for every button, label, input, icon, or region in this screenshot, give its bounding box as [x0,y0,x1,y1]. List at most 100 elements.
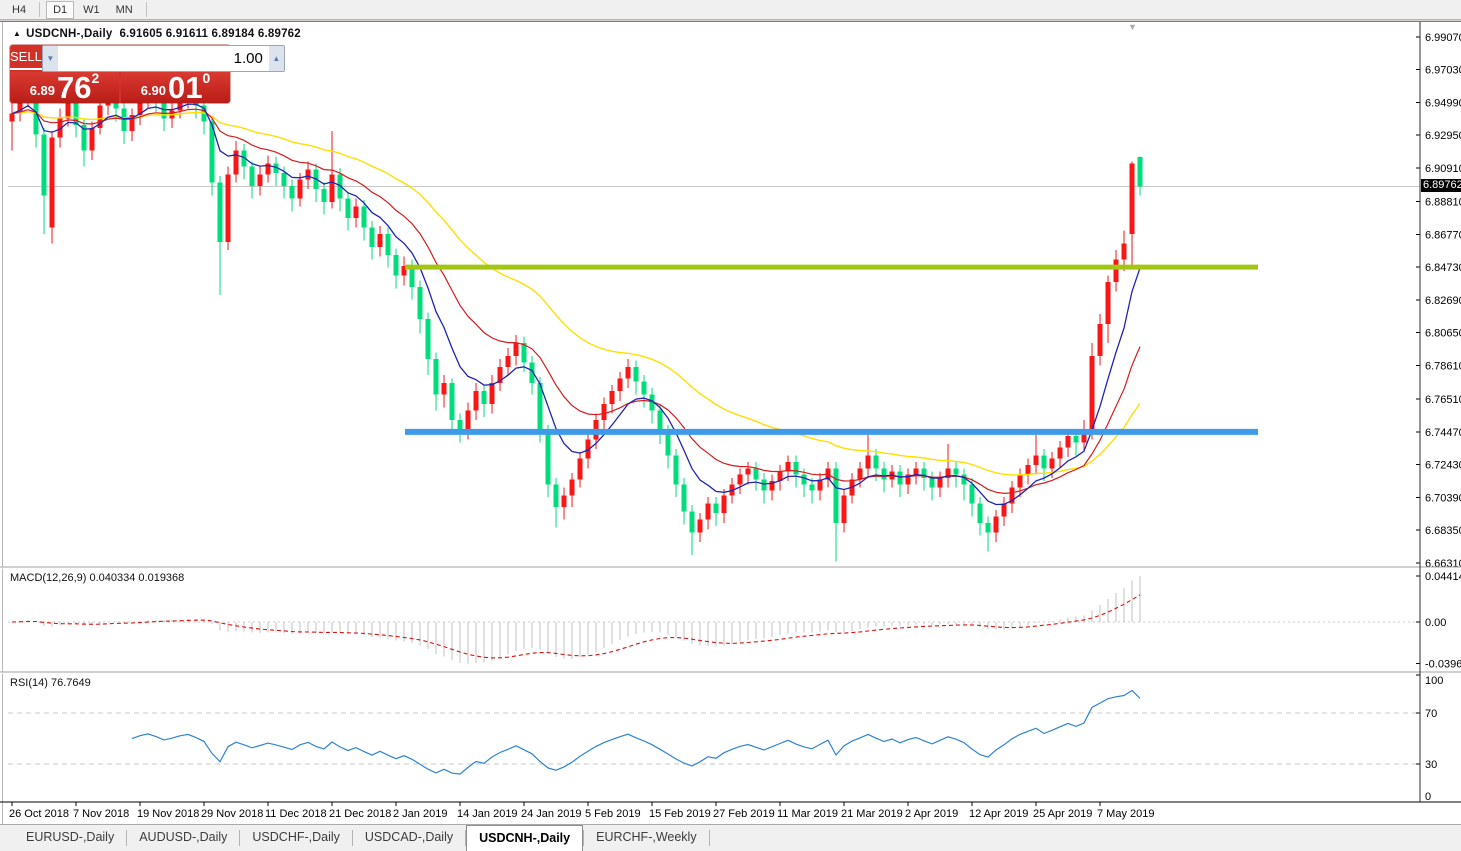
candle-body [378,234,383,247]
candle-body [1002,504,1007,517]
buy-button[interactable]: BUY [285,45,312,70]
candle-body [490,383,495,404]
sell-price-button[interactable]: 6.89 76 2 [10,72,119,103]
tab-separator [709,830,710,846]
date-axis-label: 21 Mar 2019 [841,808,903,820]
candle-body [290,186,295,199]
price-axis-label: 6.99070 [1425,32,1461,44]
candle-body [914,468,919,474]
candle-body [258,175,263,186]
candle-body [554,484,559,506]
chart-tab-usdcad-daily[interactable]: USDCAD-,Daily [353,825,465,851]
chart-tab-usdchf-daily[interactable]: USDCHF-,Daily [240,825,352,851]
candle-body [970,484,975,503]
sell-button[interactable]: SELL [10,45,42,70]
candle-body [466,410,471,431]
candle-body [234,150,239,174]
date-axis-label: 7 Nov 2018 [73,808,129,820]
volume-input[interactable] [58,46,269,71]
date-axis-label: 25 Apr 2019 [1033,808,1092,820]
chart-tab-eurchf-weekly[interactable]: EURCHF-,Weekly [584,825,708,851]
candle-body [866,455,871,468]
sell-price-base: 6.89 [30,83,55,98]
price-axis-label: 6.80650 [1425,328,1461,340]
candle-body [1130,163,1135,234]
price-axis-label: 6.70390 [1425,492,1461,504]
volume-decrease-icon[interactable]: ▼ [43,46,58,71]
date-axis-label: 27 Feb 2019 [713,808,775,820]
candle-body [546,431,551,484]
timeframe-button-d1[interactable]: D1 [46,1,74,19]
date-axis-label: 7 May 2019 [1097,808,1154,820]
chart-tab-eurusd-daily[interactable]: EURUSD-,Daily [14,825,126,851]
price-axis-label: 6.90910 [1425,163,1461,175]
candle-body [618,378,623,391]
candle-body [738,475,743,485]
chart-tab-usdcnh-daily[interactable]: USDCNH-,Daily [466,825,583,851]
rsi-axis-label: 100 [1425,675,1443,687]
candle-body [1122,244,1127,260]
candle-body [1042,455,1047,468]
current-price-tag: 6.89762 [1421,179,1461,192]
rsi-label: RSI(14) 76.7649 [10,677,91,689]
candle-body [994,516,999,532]
one-click-trading-panel: SELL ▼ ▲ BUY 6.89 76 2 6.90 01 0 [10,45,230,103]
candle-body [418,287,423,319]
candle-body [442,383,447,394]
candle-body [722,496,727,514]
rsi-axis-label: 70 [1425,708,1437,720]
chart-window[interactable]: 6.990706.970306.949906.929506.909106.888… [0,21,1461,825]
timeframe-button-w1[interactable]: W1 [76,1,107,19]
macd-label: MACD(12,26,9) 0.040334 0.019368 [10,572,184,584]
timeframe-button-mn[interactable]: MN [109,1,140,19]
candle-body [978,504,983,523]
sell-price-sup: 2 [92,70,100,86]
candle-body [1058,447,1063,458]
volume-stepper: ▼ ▲ [42,45,285,72]
candle-body [474,391,479,410]
candle-body [762,479,767,490]
candle-body [330,175,335,202]
timeframe-button-h4[interactable]: H4 [5,1,33,19]
candle-body [1034,455,1039,465]
candle-body [450,383,455,420]
candle-body [810,484,815,490]
price-axis-label: 6.78610 [1425,360,1461,372]
price-axis-label: 6.76510 [1425,394,1461,406]
toolbar-separator [39,2,40,17]
candle-body [674,455,679,484]
candle-body [938,478,943,488]
candle-body [610,391,615,404]
chart-shift-marker-icon[interactable]: ▼ [1128,22,1137,32]
buy-price-button[interactable]: 6.90 01 0 [121,72,230,103]
chart-header: ▲USDCNH-,Daily6.91605 6.91611 6.89184 6.… [13,28,301,40]
candle-body [706,504,711,520]
candle-body [346,199,351,218]
collapse-panel-icon[interactable]: ▲ [13,29,21,38]
candle-body [322,189,327,202]
candle-body [394,255,399,276]
price-axis-label: 6.86770 [1425,229,1461,241]
candle-body [986,523,991,533]
candle-body [682,484,687,511]
price-axis-label: 6.72430 [1425,460,1461,472]
candle-body [746,468,751,474]
candle-body [874,455,879,468]
timeframe-toolbar: H4 D1W1MN [0,0,1461,20]
price-axis-label: 6.88810 [1425,197,1461,209]
candle-body [658,410,663,431]
candle-body [298,179,303,198]
buy-price-sup: 0 [203,70,211,86]
date-axis-label: 11 Dec 2018 [265,808,327,820]
candle-body [570,479,575,495]
chart-canvas[interactable]: 6.990706.970306.949906.929506.909106.888… [0,22,1461,824]
rsi-line [132,691,1140,775]
candle-body [354,207,359,218]
candle-body [1050,459,1055,469]
volume-increase-icon[interactable]: ▲ [269,46,284,71]
chart-tab-audusd-daily[interactable]: AUDUSD-,Daily [127,825,239,851]
candle-body [802,475,807,485]
candle-body [282,173,287,186]
candle-body [1026,465,1031,475]
candle-body [42,134,47,195]
